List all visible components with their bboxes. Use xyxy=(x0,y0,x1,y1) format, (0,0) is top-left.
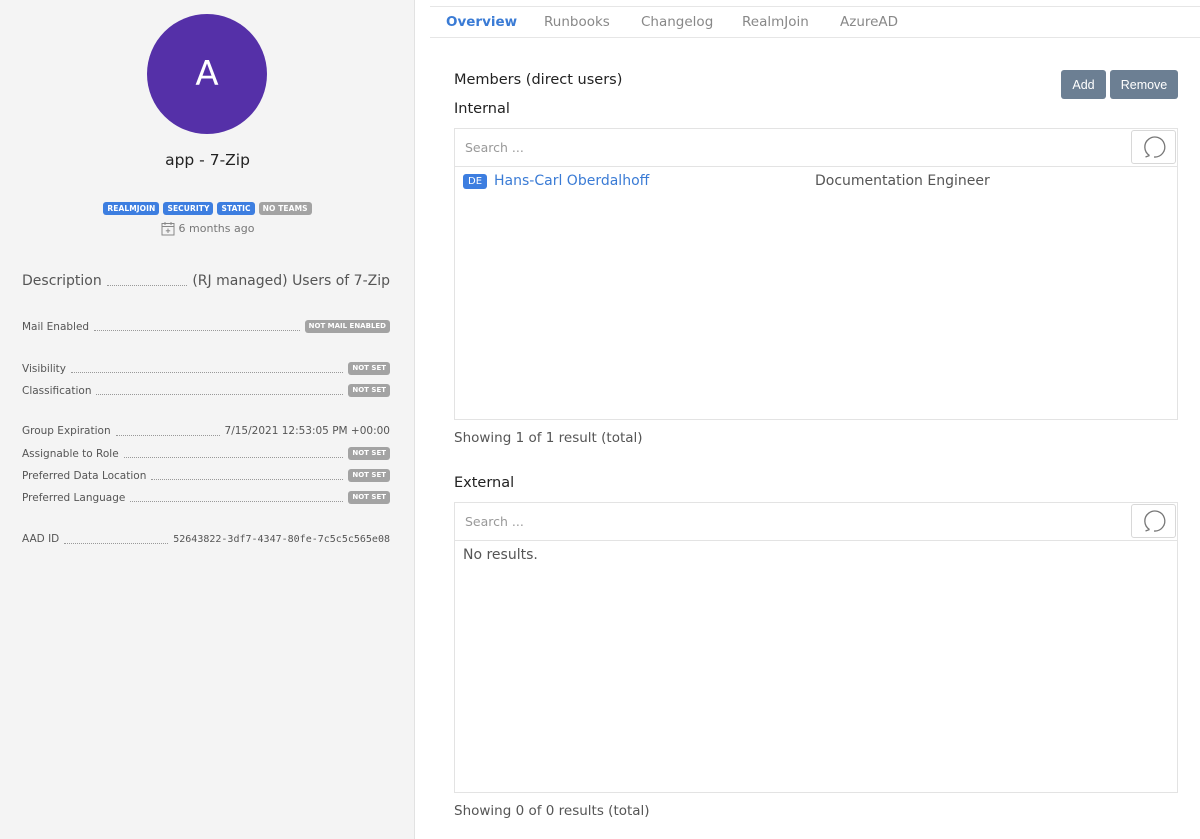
refresh-icon xyxy=(1143,510,1165,532)
aad-id-row: AAD ID 52643822-3df7-4347-80fe-7c5c5c565… xyxy=(22,533,390,545)
calendar-add-icon xyxy=(161,222,175,236)
internal-search-input[interactable] xyxy=(455,129,1131,165)
internal-search-row xyxy=(455,129,1177,167)
preferred-language-row: Preferred Language NOT SET xyxy=(22,491,390,504)
dot-leader xyxy=(130,501,344,502)
tag-list: REALMJOIN SECURITY STATIC NO TEAMS xyxy=(0,202,415,215)
description-value: (RJ managed) Users of 7-Zip xyxy=(192,273,390,289)
classification-badge: NOT SET xyxy=(348,384,390,397)
internal-title: Internal xyxy=(454,101,510,117)
dot-leader xyxy=(96,394,344,395)
remove-button[interactable]: Remove xyxy=(1110,70,1178,99)
dot-leader xyxy=(115,434,220,436)
visibility-label: Visibility xyxy=(22,362,67,375)
table-row: DE Hans-Carl Oberdalhoff xyxy=(463,173,649,189)
group-title: app - 7-Zip xyxy=(165,151,250,169)
mail-enabled-label: Mail Enabled xyxy=(22,320,90,333)
dot-leader xyxy=(151,479,344,480)
group-expiration-value: 7/15/2021 12:53:05 PM +00:00 xyxy=(224,425,390,437)
avatar: A xyxy=(147,14,267,134)
created-date-text: 6 months ago xyxy=(178,222,255,235)
classification-label: Classification xyxy=(22,384,92,397)
internal-result-count: Showing 1 of 1 result (total) xyxy=(454,430,643,446)
tab-realmjoin[interactable]: RealmJoin xyxy=(742,14,809,30)
group-expiration-label: Group Expiration xyxy=(22,425,111,437)
preferred-data-location-badge: NOT SET xyxy=(348,469,390,482)
language-badge: DE xyxy=(463,173,488,189)
members-title: Members (direct users) xyxy=(454,72,623,88)
tab-azuread[interactable]: AzureAD xyxy=(840,14,898,30)
member-role: Documentation Engineer xyxy=(815,173,990,189)
refresh-icon xyxy=(1143,136,1165,158)
mail-enabled-row: Mail Enabled NOT MAIL ENABLED xyxy=(22,320,390,333)
internal-members-panel: DE Hans-Carl Oberdalhoff Documentation E… xyxy=(454,128,1178,420)
add-button[interactable]: Add xyxy=(1061,70,1106,99)
dot-leader xyxy=(123,457,344,458)
tab-overview[interactable]: Overview xyxy=(446,14,517,30)
visibility-row: Visibility NOT SET xyxy=(22,362,390,375)
member-name-link[interactable]: Hans-Carl Oberdalhoff xyxy=(494,173,649,189)
dot-leader xyxy=(64,542,169,544)
external-result-count: Showing 0 of 0 results (total) xyxy=(454,803,650,819)
dot-leader xyxy=(71,372,344,373)
external-search-input[interactable] xyxy=(455,503,1131,539)
preferred-data-location-row: Preferred Data Location NOT SET xyxy=(22,469,390,482)
tag-static: STATIC xyxy=(217,202,255,215)
tab-changelog[interactable]: Changelog xyxy=(641,14,713,30)
external-members-panel: No results. xyxy=(454,502,1178,793)
preferred-language-badge: NOT SET xyxy=(348,491,390,504)
aad-id-value[interactable]: 52643822-3df7-4347-80fe-7c5c5c565e08 xyxy=(173,534,390,545)
dot-leader xyxy=(94,330,300,331)
description-label: Description xyxy=(22,273,102,289)
external-title: External xyxy=(454,475,515,491)
group-expiration-row: Group Expiration 7/15/2021 12:53:05 PM +… xyxy=(22,425,390,437)
preferred-data-location-label: Preferred Data Location xyxy=(22,469,147,482)
external-refresh-button[interactable] xyxy=(1131,504,1176,538)
internal-refresh-button[interactable] xyxy=(1131,130,1176,164)
external-search-row xyxy=(455,503,1177,541)
classification-row: Classification NOT SET xyxy=(22,384,390,397)
tab-bar: Overview Runbooks Changelog RealmJoin Az… xyxy=(430,6,1200,38)
assignable-to-role-row: Assignable to Role NOT SET xyxy=(22,447,390,460)
description-row: Description (RJ managed) Users of 7-Zip xyxy=(22,273,390,289)
visibility-badge: NOT SET xyxy=(348,362,390,375)
mail-enabled-badge: NOT MAIL ENABLED xyxy=(304,320,390,333)
assignable-to-role-badge: NOT SET xyxy=(348,447,390,460)
tag-realmjoin: REALMJOIN xyxy=(103,202,160,215)
tag-security: SECURITY xyxy=(163,202,214,215)
dot-leader xyxy=(106,284,188,286)
group-sidebar: A app - 7-Zip REALMJOIN SECURITY STATIC … xyxy=(0,0,415,839)
preferred-language-label: Preferred Language xyxy=(22,491,126,504)
created-date: 6 months ago xyxy=(0,221,415,236)
aad-id-label: AAD ID xyxy=(22,533,60,545)
tag-no-teams: NO TEAMS xyxy=(258,202,312,215)
assignable-to-role-label: Assignable to Role xyxy=(22,447,119,460)
empty-state-text: No results. xyxy=(463,547,538,563)
tab-runbooks[interactable]: Runbooks xyxy=(544,14,610,30)
